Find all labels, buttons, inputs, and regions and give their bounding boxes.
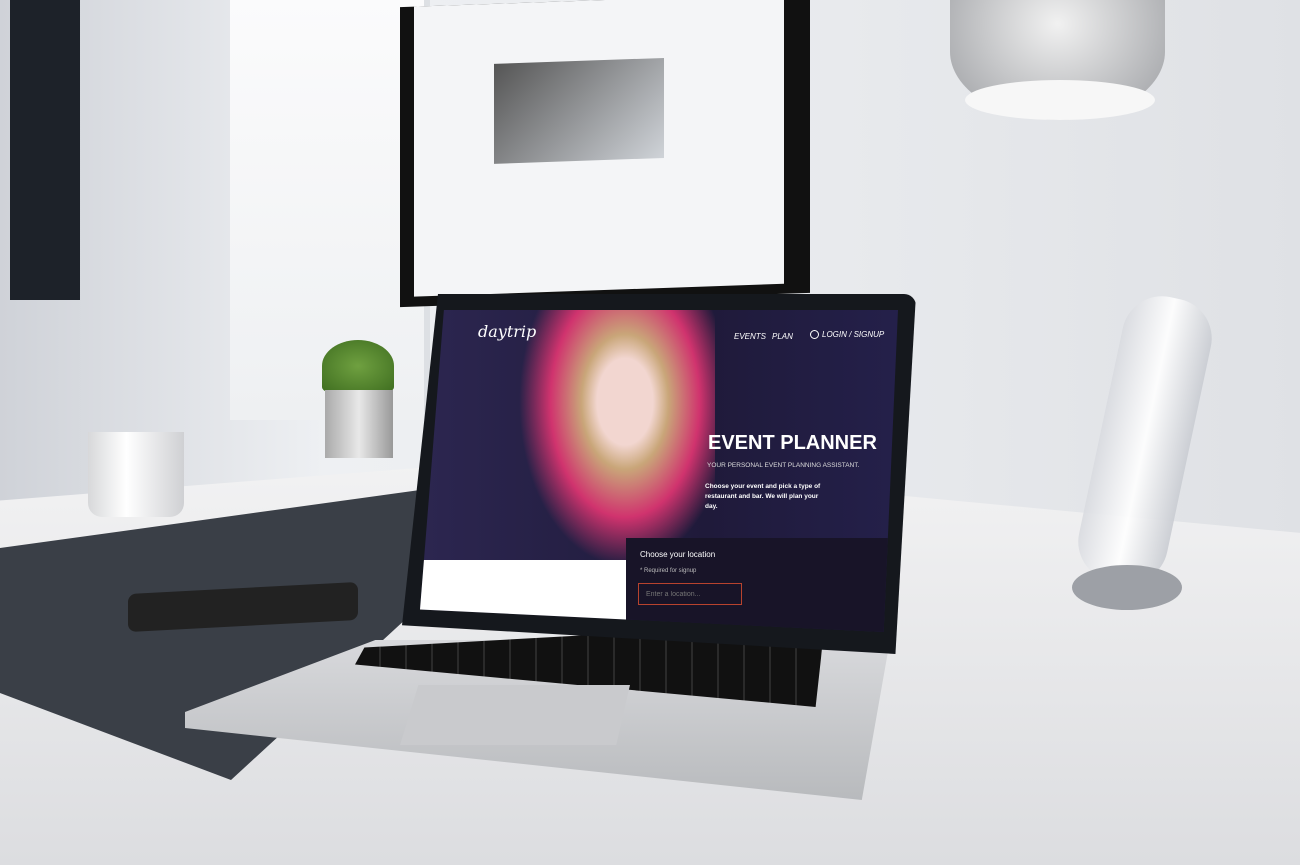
laptop-screen: daytrip EVENTS PLAN LOGIN / SIGNUP EVENT… [420, 310, 898, 632]
location-title: Choose your location [640, 550, 716, 559]
hero-description: Choose your event and pick a type of res… [705, 483, 821, 510]
user-icon [810, 330, 819, 340]
nav-plan[interactable]: PLAN [772, 332, 793, 341]
page-subtitle: YOUR PERSONAL EVENT PLANNING ASSISTANT. [707, 462, 860, 469]
required-note: * Required for signup [640, 568, 697, 574]
hero-photo [515, 310, 715, 572]
trackpad [400, 685, 630, 745]
page-title: EVENT PLANNER [708, 432, 877, 454]
logo[interactable]: daytrip [478, 322, 536, 341]
coffee-mug [88, 432, 184, 517]
lamp-shade-inner [965, 80, 1155, 120]
wall-panel [10, 0, 80, 300]
desktop-monitor [400, 0, 810, 308]
login-label: LOGIN / SIGNUP [822, 330, 885, 339]
monitor-screen [414, 0, 784, 297]
plant-pot [325, 390, 393, 458]
nav-login[interactable]: LOGIN / SIGNUP [810, 330, 885, 340]
monitor-image [494, 57, 664, 164]
nav-events[interactable]: EVENTS [734, 332, 766, 341]
speaker-base [1072, 565, 1182, 610]
location-input[interactable] [638, 583, 742, 605]
location-panel: Choose your location * Required for sign… [626, 538, 898, 632]
plant-leaves [322, 340, 394, 392]
